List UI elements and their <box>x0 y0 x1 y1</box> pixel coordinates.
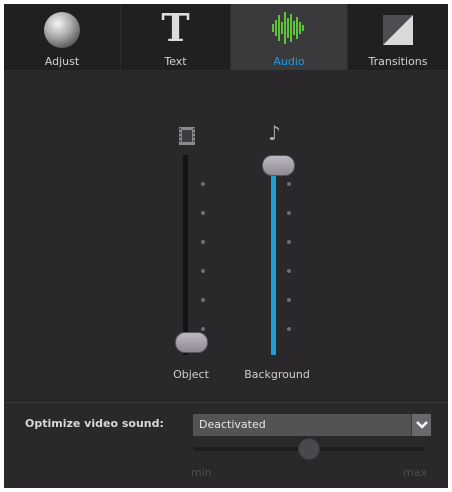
tab-transitions[interactable]: Transitions <box>348 4 448 70</box>
object-label: Object <box>173 368 209 381</box>
background-volume-knob[interactable] <box>262 155 295 176</box>
tab-text[interactable]: T Text <box>121 4 231 70</box>
object-tick <box>201 182 205 186</box>
background-tick <box>287 211 291 215</box>
audio-waveform-icon <box>271 10 307 50</box>
tab-label-transitions: Transitions <box>368 55 428 68</box>
mixer-panel: Object ♪ Background <box>4 70 448 400</box>
sphere-icon <box>42 10 82 54</box>
tab-label-text: Text <box>164 55 187 68</box>
tab-audio[interactable]: Audio <box>231 4 348 70</box>
object-tick <box>201 240 205 244</box>
text-t-icon: T <box>161 5 190 50</box>
min-label: min <box>191 466 212 479</box>
background-volume-track[interactable] <box>271 155 276 355</box>
object-volume-knob[interactable] <box>175 332 208 353</box>
max-label: max <box>403 466 427 479</box>
object-tick <box>201 298 205 302</box>
tab-label-adjust: Adjust <box>44 55 80 68</box>
optimize-label: Optimize video sound: <box>25 417 164 430</box>
chevron-down-icon[interactable] <box>411 414 431 436</box>
music-note-icon: ♪ <box>268 121 281 145</box>
optimize-dropdown-value: Deactivated <box>199 418 266 431</box>
audio-panel: Adjust T Text Audio Transitions Object ♪… <box>4 4 448 488</box>
background-tick <box>287 298 291 302</box>
object-tick <box>201 269 205 273</box>
transition-diagonal-icon <box>383 15 413 49</box>
background-label: Background <box>244 368 310 381</box>
tab-label-audio: Audio <box>273 55 305 68</box>
background-tick <box>287 182 291 186</box>
background-tick <box>287 269 291 273</box>
optimize-slider-knob[interactable] <box>298 438 320 460</box>
object-tick <box>201 211 205 215</box>
film-strip-icon <box>179 127 195 149</box>
object-tick <box>201 327 205 331</box>
background-volume-fill <box>271 165 276 355</box>
tab-adjust[interactable]: Adjust <box>4 4 121 70</box>
optimize-section: Optimize video sound: Deactivated min ma… <box>4 402 448 488</box>
background-tick <box>287 240 291 244</box>
background-tick <box>287 327 291 331</box>
object-volume-track[interactable] <box>183 155 188 355</box>
tab-bar: Adjust T Text Audio Transitions <box>4 4 448 70</box>
optimize-dropdown[interactable]: Deactivated <box>193 414 431 436</box>
